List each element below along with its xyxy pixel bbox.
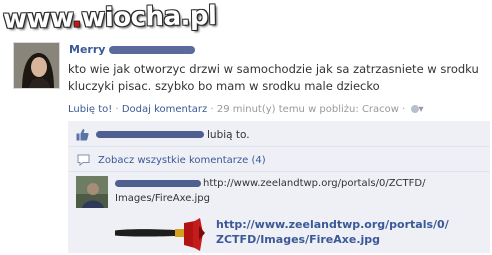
commenter-avatar[interactable] [76,176,108,208]
wiocha-watermark: www.wiocha.pl [3,1,217,35]
comment-text-line1: http://www.zeelandtwp.org/portals/0/ZCTF… [115,178,425,189]
attachment-link-line2[interactable]: ZCTFD/Images/FireAxe.jpg [216,232,449,247]
author-name[interactable]: Merry [69,43,105,56]
redacted-commenter-name [115,179,201,187]
post-author[interactable]: Merry [69,43,196,56]
meta-separator: · [402,104,406,115]
feedback-section: lubią to. Zobacz wszystkie komentarze (4… [68,121,490,253]
fire-axe-thumbnail[interactable] [115,217,210,253]
author-avatar[interactable] [13,42,60,89]
view-comments-row[interactable]: Zobacz wszystkie komentarze (4) [68,148,490,172]
avatar-photo-icon [14,43,59,88]
attachment-link-line1[interactable]: http://www.zeelandtwp.org/portals/0/ [216,217,449,232]
chevron-down-icon[interactable]: ▾ [419,104,424,115]
comment-item: http://www.zeelandtwp.org/portals/0/ZCTF… [68,173,490,253]
comment-text-line2[interactable]: Images/FireAxe.jpg [115,193,210,204]
watermark-domain: wiocha.pl [81,1,217,34]
comment-url-part1[interactable]: http://www.zeelandtwp.org/portals/0/ZCTF… [203,178,425,189]
meta-separator: · [210,104,214,115]
watermark-www: www [2,3,73,35]
comment-bubble-icon [77,154,90,166]
view-all-comments-link[interactable]: Zobacz wszystkie komentarze (4) [98,155,266,166]
commenter-photo-icon [76,176,108,208]
post-timestamp[interactable]: 29 minut(y) temu w pobliżu: Cracow [217,104,399,115]
add-comment-link[interactable]: Dodaj komentarz [122,104,207,115]
post-meta: Lubię to! · Dodaj komentarz · 29 minut(y… [68,104,424,115]
meta-separator: · [115,104,119,115]
likes-summary: lubią to. [207,129,250,141]
likes-row: lubią to. [68,125,490,147]
thumbs-up-icon [76,129,89,141]
attachment-link[interactable]: http://www.zeelandtwp.org/portals/0/ ZCT… [216,217,449,247]
redacted-surname [109,46,196,54]
like-link[interactable]: Lubię to! [68,104,112,115]
redacted-likers [96,131,204,138]
post-message: kto wie jak otworzyc drzwi w samochodzie… [68,62,479,93]
globe-icon[interactable] [410,105,419,113]
